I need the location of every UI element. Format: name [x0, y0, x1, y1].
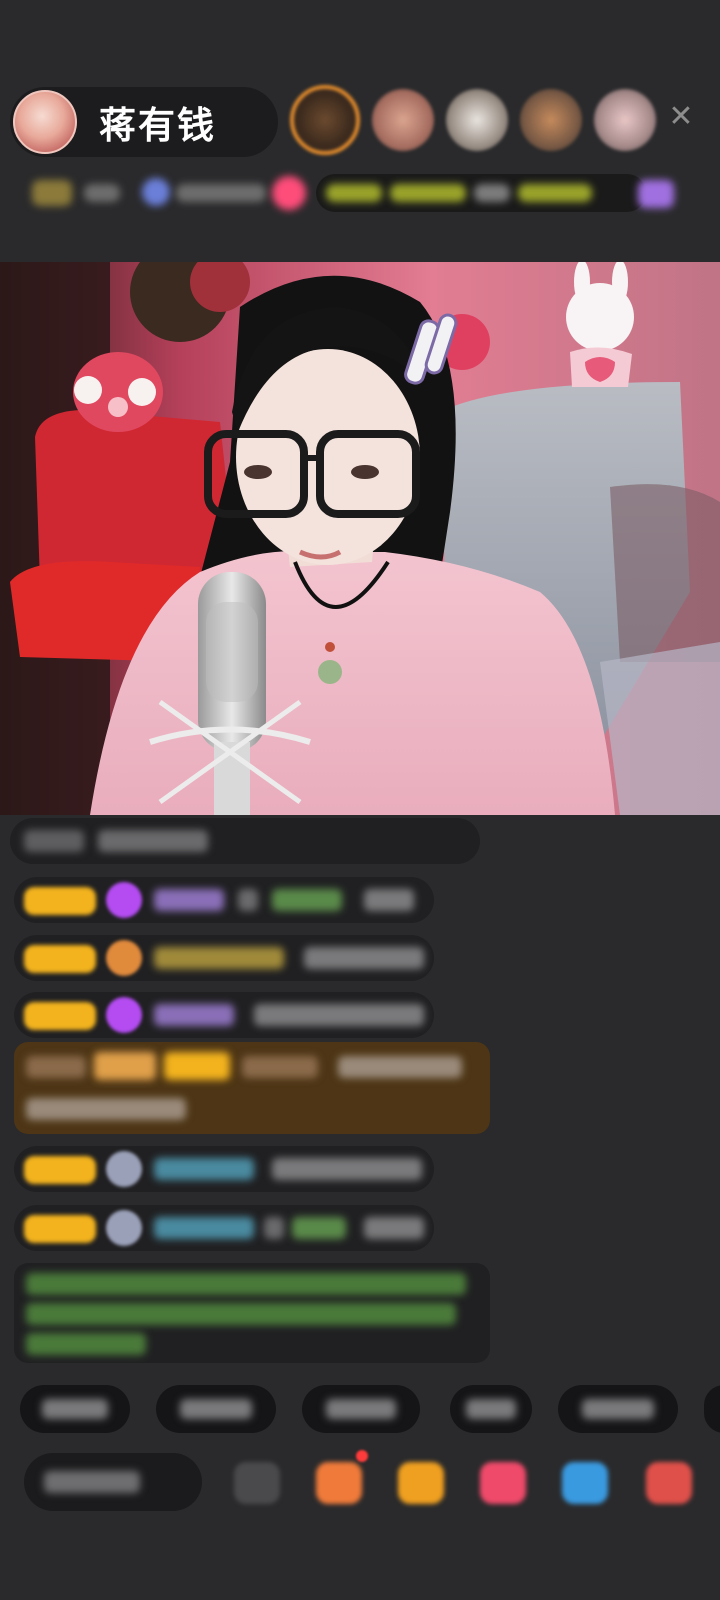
- close-icon[interactable]: ✕: [664, 100, 698, 134]
- host-name: 蒋有钱: [99, 104, 216, 147]
- chat-username[interactable]: [154, 1158, 254, 1180]
- level-badge: [24, 1156, 96, 1184]
- heart-icon[interactable]: [480, 1462, 526, 1504]
- chat-message[interactable]: [14, 877, 434, 923]
- notice-text: [26, 1333, 146, 1355]
- viewer-avatar[interactable]: [290, 85, 360, 155]
- chat-username[interactable]: [292, 1217, 346, 1239]
- chat-message[interactable]: [14, 1146, 434, 1192]
- fans-text: [176, 184, 266, 202]
- more-icon[interactable]: [646, 1462, 692, 1504]
- level-badge: [24, 1215, 96, 1243]
- notice-text: [26, 1303, 456, 1325]
- quick-reply-chip[interactable]: [20, 1385, 130, 1433]
- shop-icon[interactable]: [316, 1462, 362, 1504]
- activity-text: [390, 184, 466, 202]
- chat-text: [304, 947, 424, 969]
- rank-text: [84, 184, 120, 202]
- quick-reply-chip[interactable]: [302, 1385, 420, 1433]
- comment-input[interactable]: [24, 1453, 202, 1511]
- viewer-avatar[interactable]: [594, 89, 656, 151]
- chat-username[interactable]: [242, 1056, 318, 1078]
- video-frame: [0, 262, 720, 815]
- chat-text: [364, 889, 414, 911]
- room-info-row: [26, 174, 701, 214]
- activity-text: [474, 184, 510, 202]
- host-info-pill[interactable]: 蒋有钱: [10, 87, 278, 157]
- level-icon: [106, 1151, 142, 1187]
- chat-text: [338, 1056, 462, 1078]
- level-badge: [24, 1002, 96, 1030]
- activity-icon[interactable]: [638, 180, 674, 208]
- gift-message-highlight[interactable]: [14, 1042, 490, 1134]
- chat-message[interactable]: [10, 818, 480, 864]
- chat-text: [264, 1217, 284, 1239]
- host-avatar[interactable]: [13, 90, 77, 154]
- chat-username[interactable]: [272, 889, 342, 911]
- system-notice: [14, 1263, 490, 1363]
- level-icon: [106, 1210, 142, 1246]
- chat-text: [364, 1217, 424, 1239]
- fans-icon[interactable]: [142, 178, 170, 206]
- gift-box-icon[interactable]: [398, 1462, 444, 1504]
- gift-icon[interactable]: [272, 176, 306, 210]
- quick-reply-chip[interactable]: [156, 1385, 276, 1433]
- chat-text: [26, 1056, 86, 1078]
- chat-text: [238, 889, 258, 911]
- rank-badge[interactable]: [32, 180, 72, 206]
- chat-text: [24, 830, 84, 852]
- gift-tag: [94, 1052, 156, 1080]
- chat-username[interactable]: [154, 947, 284, 969]
- notification-dot: [356, 1450, 368, 1462]
- viewer-avatar[interactable]: [446, 89, 508, 151]
- level-badge: [24, 945, 96, 973]
- quick-reply-chip[interactable]: [558, 1385, 678, 1433]
- chat-text: [98, 830, 208, 852]
- chat-username[interactable]: [154, 1004, 234, 1026]
- diamond-icon: [106, 882, 142, 918]
- chat-message[interactable]: [14, 992, 434, 1038]
- level-icon: [106, 940, 142, 976]
- chat-text: [254, 1004, 424, 1026]
- quick-reply-row: [0, 1385, 720, 1433]
- level-badge: [24, 887, 96, 915]
- emoji-icon[interactable]: [234, 1462, 280, 1504]
- live-video[interactable]: [0, 262, 720, 815]
- chat-text: [26, 1098, 186, 1120]
- comment-placeholder: [44, 1471, 140, 1493]
- top-viewers-list: [290, 85, 668, 155]
- chat-message[interactable]: [14, 1205, 434, 1251]
- chat-username[interactable]: [154, 1217, 254, 1239]
- activity-text: [326, 184, 382, 202]
- diamond-icon: [106, 997, 142, 1033]
- quick-reply-chip[interactable]: [704, 1385, 720, 1433]
- chat-message[interactable]: [14, 935, 434, 981]
- chat-text: [272, 1158, 422, 1180]
- chat-bubble-icon[interactable]: [562, 1462, 608, 1504]
- activity-text: [518, 184, 592, 202]
- chat-username[interactable]: [154, 889, 224, 911]
- viewer-avatar[interactable]: [520, 89, 582, 151]
- quick-reply-chip[interactable]: [450, 1385, 532, 1433]
- notice-text: [26, 1273, 466, 1295]
- viewer-avatar[interactable]: [372, 89, 434, 151]
- level-badge: [164, 1052, 230, 1080]
